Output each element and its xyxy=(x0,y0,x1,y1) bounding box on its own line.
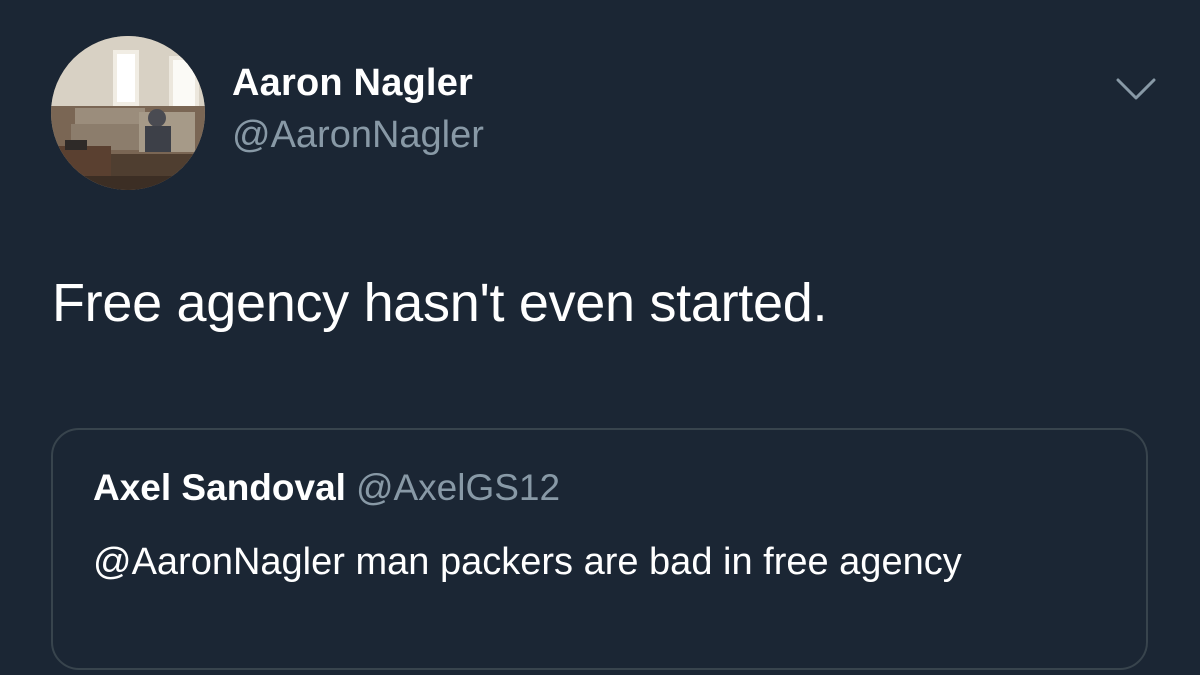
avatar[interactable] xyxy=(51,36,205,190)
author-block[interactable]: Aaron Nagler @AaronNagler xyxy=(232,60,484,158)
quoted-tweet[interactable]: Axel Sandoval @AxelGS12 @AaronNagler man … xyxy=(51,428,1148,670)
tweet-menu-button[interactable] xyxy=(1114,74,1158,104)
author-display-name[interactable]: Aaron Nagler xyxy=(232,60,484,106)
quoted-tweet-header: Axel Sandoval @AxelGS12 xyxy=(93,466,560,510)
quoted-author-display-name: Axel Sandoval xyxy=(93,467,346,508)
quoted-author-handle: @AxelGS12 xyxy=(355,467,561,508)
avatar-photo xyxy=(51,36,205,190)
tweet: Aaron Nagler @AaronNagler Free agency ha… xyxy=(0,0,1200,675)
quoted-tweet-text: @AaronNagler man packers are bad in free… xyxy=(93,541,962,583)
author-handle[interactable]: @AaronNagler xyxy=(232,112,484,158)
chevron-down-icon xyxy=(1116,78,1156,100)
tweet-text: Free agency hasn't even started. xyxy=(52,273,828,333)
